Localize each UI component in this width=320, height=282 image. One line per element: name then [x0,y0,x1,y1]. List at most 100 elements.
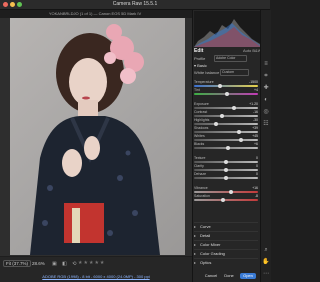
redeye-icon[interactable]: ◎ [262,108,270,116]
tool-strip: ≡ ⌗ ✚ ◐ ◎ ☷ ⌕ ✋ ⋯ [260,10,271,282]
section-detail[interactable]: ▸ Detail [194,231,258,240]
section-label: Curve [200,224,211,229]
hand-icon[interactable]: ✋ [262,258,270,266]
slider-knob[interactable] [231,105,236,110]
slider-track[interactable] [194,191,258,193]
section-color-mixer[interactable]: ▸ Color Mixer [194,240,258,249]
slider-clarity[interactable]: Clarity 0 [194,164,258,172]
slider-label: Blacks [194,142,205,146]
section-color-grading[interactable]: ▸ Color Grading [194,249,258,258]
slider-knob[interactable] [224,167,228,172]
slider-saturation[interactable]: Saturation -8 [194,194,258,202]
slider-knob[interactable] [224,159,228,164]
image-info-bar: YOKANBRLDJO (1 of 1) — Canon EOS 5D Mark… [48,11,142,16]
slider-value[interactable]: +45 [252,134,258,138]
zoom-level[interactable]: 28.6% [32,261,45,266]
slider-label: Contrast [194,110,208,114]
section-label: Color Mixer [200,242,221,247]
done-button[interactable]: Done [222,273,236,279]
slider-shadows[interactable]: Shadows +39 [194,126,258,134]
rating-stars[interactable]: ★★★★★ [78,260,105,266]
presets-icon[interactable]: ☷ [262,120,270,128]
slider-track[interactable] [194,199,258,201]
window-title: Camera Raw 15.5.1 [112,1,158,7]
slider-knob[interactable] [217,83,222,88]
basic-label: Basic [197,63,207,68]
lips-shape [82,96,90,100]
cancel-button[interactable]: Cancel [204,273,218,279]
slider-label: Texture [194,156,206,160]
slider-exposure[interactable]: Exposure +1.20 [194,102,258,110]
slider-value[interactable]: 0 [256,164,258,168]
slider-contrast[interactable]: Contrast -16 [194,110,258,118]
slider-label: Dehaze [194,172,207,176]
slider-whites[interactable]: Whites +45 [194,134,258,142]
slider-value[interactable]: 0 [256,172,258,176]
section-curve[interactable]: ▸ Curve [194,222,258,231]
slider-knob[interactable] [225,145,230,150]
slider-value[interactable]: +4 [254,88,258,92]
slider-value[interactable]: +16 [252,186,258,190]
slider-value[interactable]: +6 [254,142,258,146]
slider-track[interactable] [194,139,258,141]
fit-zoom-button[interactable]: Fit (37.7%) [3,260,32,267]
slider-track[interactable] [194,131,258,133]
photo-preview[interactable] [10,18,185,255]
slider-knob[interactable] [224,175,228,180]
histogram [194,11,260,47]
slider-value[interactable]: +1.20 [249,102,258,106]
slider-label: Whites [194,134,205,138]
slider-temperature[interactable]: Temperature -1500 [194,80,258,88]
slider-label: Tint [194,88,200,92]
white-balance-row: White balance Custom [194,69,258,76]
slider-knob[interactable] [225,91,230,96]
basic-section-header[interactable]: ▾ Basic [194,63,207,68]
slider-knob[interactable] [229,189,234,194]
section-label: Optics [200,260,212,265]
slider-knob[interactable] [238,137,243,142]
section-optics[interactable]: ▸ Optics [194,258,258,267]
profile-dropdown[interactable]: Adobe Color [214,55,247,62]
slider-label: Temperature [194,80,214,84]
slider-blacks[interactable]: Blacks +6 [194,142,258,150]
slider-value[interactable]: -16 [253,110,258,114]
slider-value[interactable]: 0 [256,156,258,160]
mask-icon[interactable]: ◐ [262,96,270,104]
white-balance-label: White balance [194,70,220,75]
edit-sliders-icon[interactable]: ≡ [262,60,270,68]
left-hand [62,149,82,177]
slider-track[interactable] [194,123,258,125]
slider-label: Vibrance [194,186,208,190]
slider-tint[interactable]: Tint +4 [194,88,258,96]
slider-value[interactable]: -8 [255,194,258,198]
slider-vibrance[interactable]: Vibrance +16 [194,186,258,194]
more-icon[interactable]: ⋯ [262,270,270,278]
slider-track[interactable] [194,107,258,109]
crop-icon[interactable]: ⌗ [262,72,270,80]
slider-knob[interactable] [236,129,241,134]
slider-dehaze[interactable]: Dehaze 0 [194,172,258,180]
workflow-options-link[interactable]: ADOBE RGB (1998) - 8 bit - 6000 x 4000 (… [0,274,192,279]
slider-highlights[interactable]: Highlights -30 [194,118,258,126]
section-label: Color Grading [200,251,225,256]
slider-value[interactable]: -30 [253,118,258,122]
portrait-illustration [30,24,160,255]
auto-button[interactable]: Auto [243,48,251,53]
open-button[interactable]: Open [240,273,256,279]
slider-value[interactable]: -1500 [249,80,258,84]
slider-label: Saturation [194,194,210,198]
slider-knob[interactable] [220,113,225,118]
white-balance-dropdown[interactable]: Custom [220,69,249,76]
window-titlebar: Camera Raw 15.5.1 [0,0,270,10]
slider-knob[interactable] [214,121,219,126]
view-icons[interactable]: ▣ ◧ ⟲ [52,261,78,267]
slider-label: Exposure [194,102,209,106]
slider-texture[interactable]: Texture 0 [194,156,258,164]
slider-track[interactable] [194,85,258,87]
profile-label: Profile [194,56,206,61]
slider-value[interactable]: +39 [252,126,258,130]
zoom-icon[interactable]: ⌕ [262,246,270,254]
slider-track[interactable] [194,115,258,117]
heal-icon[interactable]: ✚ [262,84,270,92]
obi-detail [72,208,80,243]
